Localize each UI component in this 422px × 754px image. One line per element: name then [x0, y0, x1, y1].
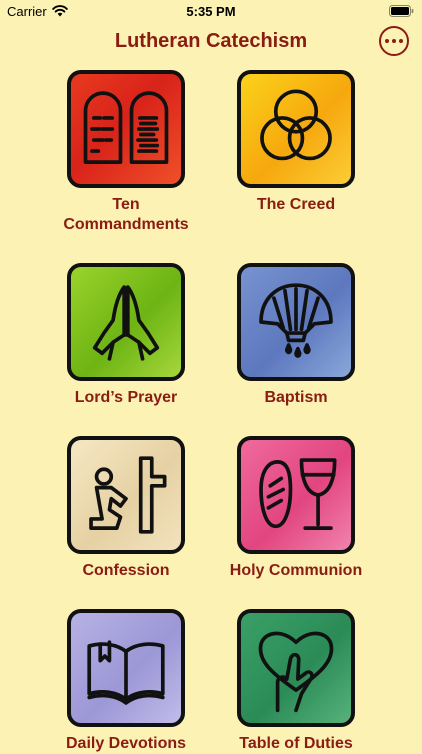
more-options-button[interactable]	[379, 26, 409, 56]
tile-label-line: Baptism	[264, 389, 328, 406]
tile-label-line: Confession	[82, 562, 170, 579]
tile-table-of-duties[interactable]: Table of Duties	[211, 609, 381, 754]
tile-the-creed[interactable]: The Creed	[211, 70, 381, 215]
tile-label-line: Commandments	[63, 216, 189, 233]
tile-icon-box	[67, 436, 185, 554]
tile-icon-box	[237, 263, 355, 381]
open-book-icon	[87, 640, 165, 705]
tile-icon-box	[237, 609, 355, 727]
tile-label: Baptism	[211, 388, 381, 408]
ellipsis-dot	[392, 39, 396, 43]
tile-label: Confession	[41, 561, 211, 581]
tile-lords-prayer[interactable]: Lord’s Prayer	[41, 263, 211, 408]
bread-wine-icon	[259, 458, 337, 530]
kneeling-cross-icon	[89, 456, 167, 534]
tile-label: Ten Commandments	[41, 195, 211, 235]
ellipsis-circle-icon	[385, 39, 389, 43]
tile-daily-devotions[interactable]: Daily Devotions	[41, 609, 211, 754]
tile-label: Lord’s Prayer	[41, 388, 211, 408]
tablets-icon	[83, 91, 169, 164]
tile-label-line: Ten	[112, 196, 140, 213]
tile-icon-box	[237, 436, 355, 554]
tile-label: The Creed	[211, 195, 381, 215]
tile-label-line: Holy Communion	[229, 562, 363, 579]
ellipsis-dot	[399, 39, 403, 43]
tile-label: Table of Duties	[211, 734, 381, 754]
tile-icon-box	[67, 609, 185, 727]
tile-confession[interactable]: Confession	[41, 436, 211, 581]
status-time: 5:35 PM	[186, 4, 236, 19]
tile-label-line: Daily Devotions	[65, 735, 187, 752]
tile-label: Daily Devotions	[41, 734, 211, 754]
heart-hand-icon	[258, 631, 334, 713]
tile-holy-communion[interactable]: Holy Communion	[211, 436, 381, 581]
tile-baptism[interactable]: Baptism	[211, 263, 381, 408]
trinity-rings-icon	[260, 89, 332, 161]
status-bar: Carrier 5:35 PM	[0, 0, 422, 22]
praying-hands-icon	[92, 285, 160, 361]
battery-icon	[389, 5, 414, 17]
tile-icon-box	[67, 263, 185, 381]
shell-water-icon	[259, 283, 333, 358]
tile-label-line: The Creed	[256, 196, 336, 213]
page-title: Lutheran Catechism	[114, 30, 308, 52]
tile-icon-box	[237, 70, 355, 188]
tile-icon-box	[67, 70, 185, 188]
tile-ten-commandments[interactable]: Ten Commandments	[41, 70, 211, 235]
tile-label-line: Table of Duties	[239, 735, 353, 752]
tile-label: Holy Communion	[211, 561, 381, 581]
tile-label-line: Lord’s Prayer	[74, 389, 178, 406]
